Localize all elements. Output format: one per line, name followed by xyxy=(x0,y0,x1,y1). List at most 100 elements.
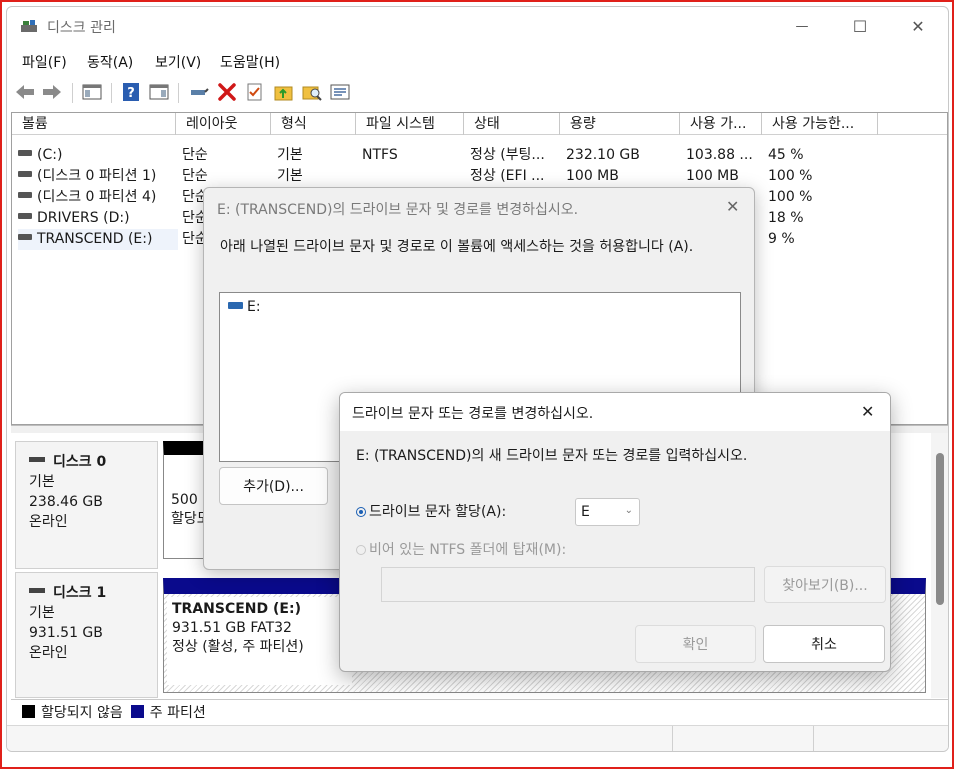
menu-bar: 파일(F) 동작(A) 보기(V) 도움말(H) xyxy=(7,49,948,73)
disk-size: 238.46 GB xyxy=(29,494,103,510)
drive-icon xyxy=(228,301,243,309)
chevron-down-icon: ⌄ xyxy=(624,505,633,516)
column-capacity[interactable]: 용량 xyxy=(560,113,680,135)
disk-type: 기본 xyxy=(29,474,55,490)
volume-icon xyxy=(18,150,32,156)
maximize-icon: ☐ xyxy=(852,16,868,36)
legend-primary: 주 파티션 xyxy=(149,704,206,721)
volume-cell: (디스크 0 파티션 1) xyxy=(18,166,178,187)
capacity-cell: 232.10 GB xyxy=(566,147,640,163)
browse-button[interactable]: 찾아보기(B)... xyxy=(764,566,886,603)
volume-name: TRANSCEND (E:) xyxy=(37,231,153,247)
table-row[interactable]: (디스크 0 파티션 1) 단순 기본 정상 (EFI ... 100 MB 1… xyxy=(12,166,947,187)
drive-letter-select[interactable]: E ⌄ xyxy=(575,498,640,526)
type-cell: 기본 xyxy=(277,168,303,184)
table-row[interactable]: (C:) 단순 기본 NTFS 정상 (부팅... 232.10 GB 103.… xyxy=(12,145,947,166)
layout-cell: 단순 xyxy=(182,147,208,163)
cancel-button[interactable]: 취소 xyxy=(763,625,885,663)
partition-status: 정상 (활성, 주 파티션) xyxy=(172,639,304,655)
disk-icon xyxy=(29,456,45,462)
percent-free-cell: 18 % xyxy=(768,210,804,226)
toolbar-separator xyxy=(178,83,179,103)
title-bar: 디스크 관리 — ☐ ✕ xyxy=(7,7,948,45)
column-type[interactable]: 형식 xyxy=(271,113,356,135)
folder-path-input[interactable] xyxy=(381,567,755,602)
percent-free-cell: 45 % xyxy=(768,147,804,163)
disk-status: 온라인 xyxy=(29,645,68,661)
menu-file[interactable]: 파일(F) xyxy=(22,52,67,72)
disk-name: 디스크 0 xyxy=(53,454,107,470)
toolbar-separator xyxy=(72,83,73,103)
disk-1-label[interactable]: 디스크 1 기본 931.51 GB 온라인 xyxy=(15,572,158,698)
volume-icon xyxy=(18,171,32,177)
mount-folder-label[interactable]: 비어 있는 NTFS 폴더에 탑재(M): xyxy=(369,539,566,559)
status-divider xyxy=(672,726,673,751)
column-volume[interactable]: 볼륨 xyxy=(12,113,176,135)
column-file-system[interactable]: 파일 시스템 xyxy=(356,113,464,135)
volume-name: DRIVERS (D:) xyxy=(37,210,130,226)
search-folder-icon[interactable] xyxy=(301,81,323,103)
scrollbar-thumb[interactable] xyxy=(936,453,944,605)
disk-type: 기본 xyxy=(29,605,55,621)
disk-0-label[interactable]: 디스크 0 기본 238.46 GB 온라인 xyxy=(15,441,158,569)
disk-name: 디스크 1 xyxy=(53,585,107,601)
menu-view[interactable]: 보기(V) xyxy=(155,52,201,72)
disk-management-app-icon xyxy=(21,20,37,32)
percent-free-cell: 100 % xyxy=(768,189,813,205)
legend-unallocated: 할당되지 않음 xyxy=(41,704,123,721)
assign-letter-label[interactable]: 드라이브 문자 할당(A): xyxy=(369,501,506,521)
partition-size: 931.51 GB FAT32 xyxy=(172,620,292,636)
volume-icon xyxy=(18,234,32,240)
toolbar: ? xyxy=(7,77,948,107)
volume-cell: (디스크 0 파티션 4) xyxy=(18,187,178,208)
layout-cell: 단순 xyxy=(182,168,208,184)
toolbar-separator xyxy=(111,83,112,103)
check-icon[interactable] xyxy=(244,81,266,103)
volume-icon xyxy=(18,192,32,198)
column-status[interactable]: 상태 xyxy=(464,113,560,135)
drive-path-label: E: xyxy=(247,299,261,315)
volume-cell: DRIVERS (D:) xyxy=(18,208,178,229)
minimize-button[interactable]: — xyxy=(773,7,831,45)
list-item[interactable]: E: xyxy=(228,299,261,315)
folder-up-icon[interactable] xyxy=(273,81,295,103)
mount-folder-radio[interactable] xyxy=(356,545,366,555)
legend: 할당되지 않음 주 파티션 xyxy=(11,699,948,723)
dialog-title: 드라이브 문자 또는 경로를 변경하십시오. xyxy=(352,406,594,422)
column-percent-free[interactable]: 사용 가능한... xyxy=(762,113,878,135)
column-layout[interactable]: 레이아웃 xyxy=(176,113,271,135)
help-icon[interactable]: ? xyxy=(120,81,142,103)
percent-free-cell: 9 % xyxy=(768,231,795,247)
free-space-cell: 100 MB xyxy=(686,168,739,184)
menu-action[interactable]: 동작(A) xyxy=(87,52,133,72)
dialog-close-icon[interactable]: ✕ xyxy=(861,402,874,421)
back-arrow-icon[interactable] xyxy=(14,81,36,103)
percent-free-cell: 100 % xyxy=(768,168,813,184)
volume-cell: TRANSCEND (E:) xyxy=(18,229,178,250)
disk-size: 931.51 GB xyxy=(29,625,103,641)
volume-cell: (C:) xyxy=(18,145,178,166)
free-space-cell: 103.88 ... xyxy=(686,147,753,163)
dialog-prompt: E: (TRANSCEND)의 새 드라이브 문자 또는 경로를 입력하십시오. xyxy=(356,448,748,464)
console-tree-icon[interactable] xyxy=(81,81,103,103)
connect-icon[interactable] xyxy=(188,81,210,103)
assign-letter-radio[interactable] xyxy=(356,507,366,517)
ok-button[interactable]: 확인 xyxy=(635,625,756,663)
volume-icon xyxy=(18,213,32,219)
volume-name: (C:) xyxy=(37,147,63,163)
forward-arrow-icon[interactable] xyxy=(41,81,63,103)
disk-icon xyxy=(29,587,45,593)
vertical-scrollbar[interactable] xyxy=(931,433,948,698)
add-button[interactable]: 추가(D)... xyxy=(219,467,328,505)
menu-help[interactable]: 도움말(H) xyxy=(220,52,280,72)
close-button[interactable]: ✕ xyxy=(889,7,947,45)
maximize-button[interactable]: ☐ xyxy=(831,7,889,45)
list-view-icon[interactable] xyxy=(329,81,351,103)
status-divider xyxy=(813,726,814,751)
edit-drive-letter-dialog: 드라이브 문자 또는 경로를 변경하십시오. ✕ E: (TRANSCEND)의… xyxy=(339,392,891,672)
column-free-space[interactable]: 사용 가... xyxy=(680,113,762,135)
svg-text:?: ? xyxy=(127,86,135,101)
dialog-close-icon[interactable]: ✕ xyxy=(726,197,739,216)
properties-pane-icon[interactable] xyxy=(148,81,170,103)
delete-icon[interactable] xyxy=(216,81,238,103)
